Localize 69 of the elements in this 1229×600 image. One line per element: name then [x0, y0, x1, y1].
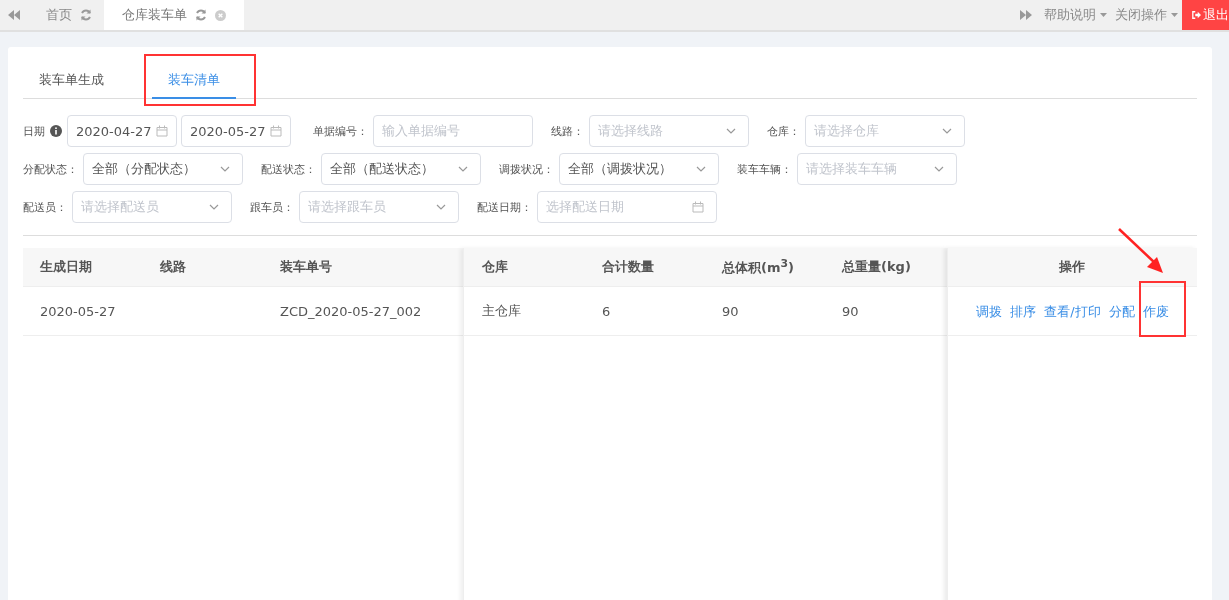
field-label: 日期 [23, 123, 45, 139]
close-icon[interactable] [215, 9, 226, 21]
field-label: 配送日期： [477, 199, 532, 215]
caret-icon [1171, 13, 1178, 17]
select-field[interactable]: 请选择仓库 [805, 115, 965, 147]
table-cell-text: 6 [601, 303, 612, 319]
date-field[interactable]: 选择配送日期 [537, 191, 717, 223]
logout-icon [1192, 10, 1201, 20]
chevron-down-icon [458, 166, 468, 172]
field-label: 仓库： [767, 123, 800, 139]
action-link[interactable]: 查看/打印 [1044, 304, 1101, 319]
field-label: 调拨状况： [499, 161, 554, 177]
field-label: 配送员： [23, 199, 67, 215]
select-field[interactable]: 全部（分配状态） [83, 153, 243, 185]
tab[interactable]: 装车单生成 [23, 71, 120, 99]
action-link[interactable]: 分配 [1108, 304, 1135, 319]
field-label: 装车车辆： [737, 161, 792, 177]
refresh-icon[interactable] [80, 9, 92, 21]
chevron-down-icon [726, 128, 736, 134]
info-icon[interactable] [50, 125, 62, 137]
column-header: 装车单号 [279, 258, 333, 276]
table-cell-text: 2020-05-27 [39, 303, 117, 319]
table-cell-text: 主仓库 [481, 302, 522, 320]
select-field[interactable]: 请选择线路 [589, 115, 749, 147]
action-link[interactable]: 排序 [1010, 304, 1037, 319]
page-tab[interactable]: 仓库装车单 [104, 0, 244, 30]
column-header: 总重量(kg) [840, 258, 912, 276]
menu-dropdown[interactable]: 关闭操作 [1111, 0, 1182, 30]
field-label: 单据编号： [313, 123, 368, 139]
logout-button[interactable]: 退出 [1182, 0, 1229, 30]
field-label: 线路： [551, 123, 584, 139]
action-link[interactable]: 作废 [1142, 304, 1169, 319]
field-label: 配送状态： [261, 161, 316, 177]
caret-icon [1100, 13, 1107, 17]
chevron-down-icon [436, 204, 446, 210]
select-field[interactable]: 请选择跟车员 [299, 191, 459, 223]
column-header: 仓库 [481, 258, 509, 276]
double-left-icon [8, 10, 20, 20]
date-field[interactable]: 2020-05-27 [181, 115, 291, 147]
table-cell-text: 90 [841, 303, 860, 319]
calendar-icon [156, 125, 168, 137]
table-cell-text: ZCD_2020-05-27_002 [279, 303, 423, 319]
column-header: 合计数量 [601, 258, 655, 276]
table-cell-text: 90 [721, 303, 740, 319]
input-field[interactable]: 输入单据编号 [373, 115, 533, 147]
column-header: 生成日期 [39, 258, 93, 276]
date-field[interactable]: 2020-04-27 [67, 115, 177, 147]
calendar-icon [692, 201, 704, 213]
field-label: 跟车员： [250, 199, 294, 215]
select-field[interactable]: 请选择配送员 [72, 191, 232, 223]
field-label: 分配状态： [23, 161, 78, 177]
chevron-down-icon [220, 166, 230, 172]
select-field[interactable]: 全部（配送状态） [321, 153, 481, 185]
chevron-down-icon [942, 128, 952, 134]
chevron-down-icon [934, 166, 944, 172]
chevron-down-icon [696, 166, 706, 172]
column-header: 操作 [1059, 258, 1086, 276]
page-tab[interactable]: 首页 [28, 0, 104, 30]
column-header: 线路 [159, 258, 187, 276]
refresh-icon[interactable] [195, 9, 207, 21]
tab[interactable]: 装车清单 [152, 71, 236, 99]
double-right-icon [1020, 10, 1032, 20]
calendar-icon [270, 125, 282, 137]
menu-dropdown[interactable]: 帮助说明 [1040, 0, 1111, 30]
action-link[interactable]: 调拨 [976, 304, 1003, 319]
select-field[interactable]: 全部（调拨状况） [559, 153, 719, 185]
select-field[interactable]: 请选择装车车辆 [797, 153, 957, 185]
chevron-down-icon [209, 204, 219, 210]
column-header: 总体积(m$^{3}$) [720, 256, 795, 278]
